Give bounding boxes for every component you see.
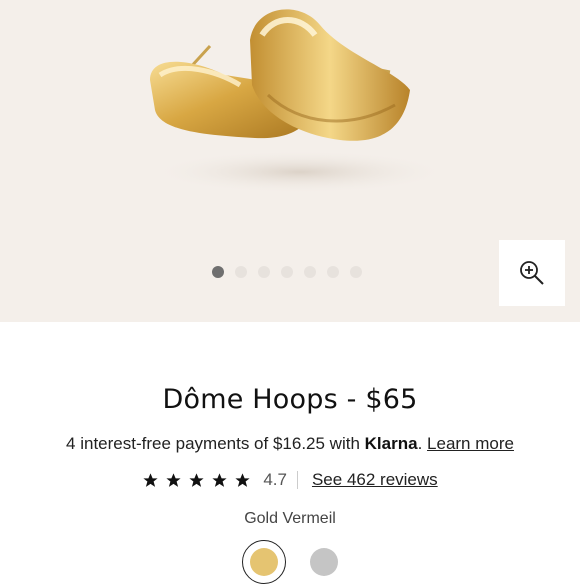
product-title: Dôme Hoops - $65: [162, 384, 418, 415]
installment-info: 4 interest-free payments of $16.25 with …: [0, 434, 580, 454]
swatch-silver[interactable]: [302, 540, 346, 584]
swatch-gold[interactable]: [242, 540, 286, 584]
learn-more-link[interactable]: Learn more: [427, 434, 514, 453]
zoom-button[interactable]: [499, 240, 565, 306]
gallery-dot[interactable]: [235, 266, 247, 278]
rating-value: 4.7: [263, 470, 287, 489]
gallery-dot[interactable]: [281, 266, 293, 278]
gallery-dot[interactable]: [212, 266, 224, 278]
rating-stars: [142, 472, 251, 489]
star-icon: [143, 472, 158, 487]
star-icon: [212, 472, 227, 487]
color-swatches: [242, 540, 346, 584]
divider: [296, 471, 298, 489]
gallery-dot[interactable]: [258, 266, 270, 278]
gallery-dot[interactable]: [350, 266, 362, 278]
star-icon: [189, 472, 204, 487]
reviews-link[interactable]: See 462 reviews: [312, 470, 438, 490]
gallery-pagination: [212, 266, 362, 278]
star-icon: [235, 472, 250, 487]
zoom-in-icon: [520, 261, 544, 285]
rating-row: 4.7 See 462 reviews: [0, 470, 580, 490]
swatch-silver-chip: [310, 548, 338, 576]
variant-label: Gold Vermeil: [244, 510, 336, 527]
gallery-dot[interactable]: [327, 266, 339, 278]
installment-text: 4 interest-free payments of $16.25 with: [66, 434, 365, 453]
star-icon: [166, 472, 181, 487]
installment-period: .: [417, 434, 423, 453]
product-image-gallery[interactable]: [0, 0, 580, 322]
swatch-gold-chip: [250, 548, 278, 576]
klarna-logo: Klarna: [364, 434, 418, 453]
gallery-dot[interactable]: [304, 266, 316, 278]
